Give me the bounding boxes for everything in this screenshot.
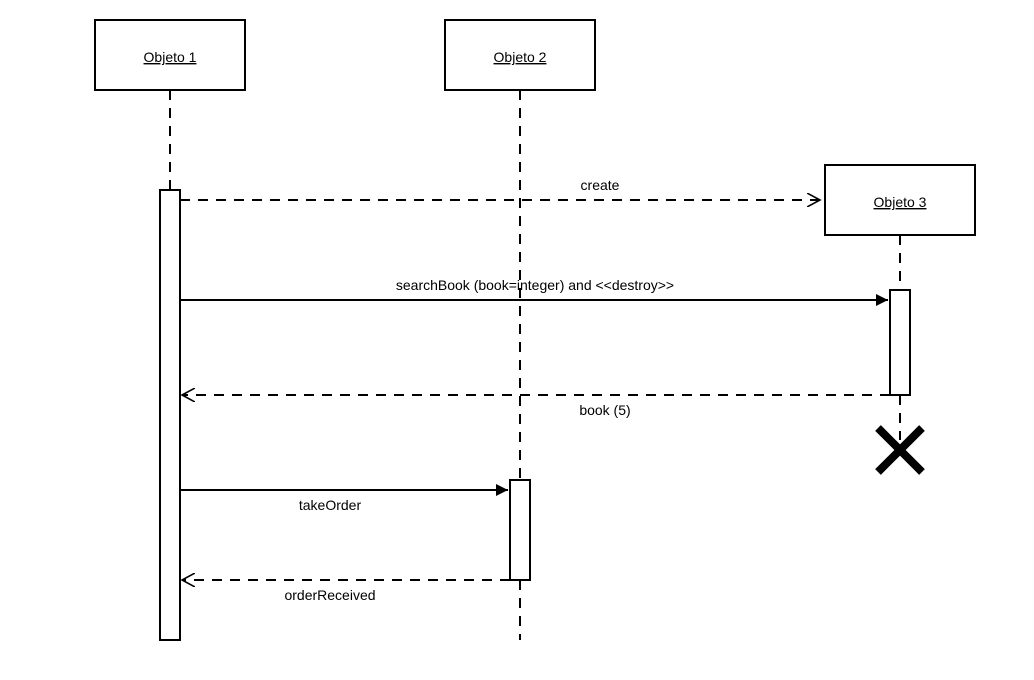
lifeline-obj3-head: Objeto 3 [825,165,975,235]
message-orderreceived-label: orderReceived [284,587,375,603]
message-book-label: book (5) [579,402,630,418]
message-create-label: create [581,177,620,193]
lifeline-obj2-head: Objeto 2 [445,20,595,90]
lifeline-obj2-label: Objeto 2 [494,49,547,65]
message-searchbook-label: searchBook (book=integer) and <<destroy>… [396,277,674,293]
lifeline-obj1-head: Objeto 1 [95,20,245,90]
message-takeorder-label: takeOrder [299,497,362,513]
lifeline-obj3-label: Objeto 3 [874,194,927,210]
activation-obj3 [890,290,910,395]
sequence-diagram: Objeto 1 Objeto 2 Objeto 3 create search… [0,0,1034,680]
activation-obj1 [160,190,180,640]
activation-obj2 [510,480,530,580]
lifeline-obj1-label: Objeto 1 [144,49,197,65]
